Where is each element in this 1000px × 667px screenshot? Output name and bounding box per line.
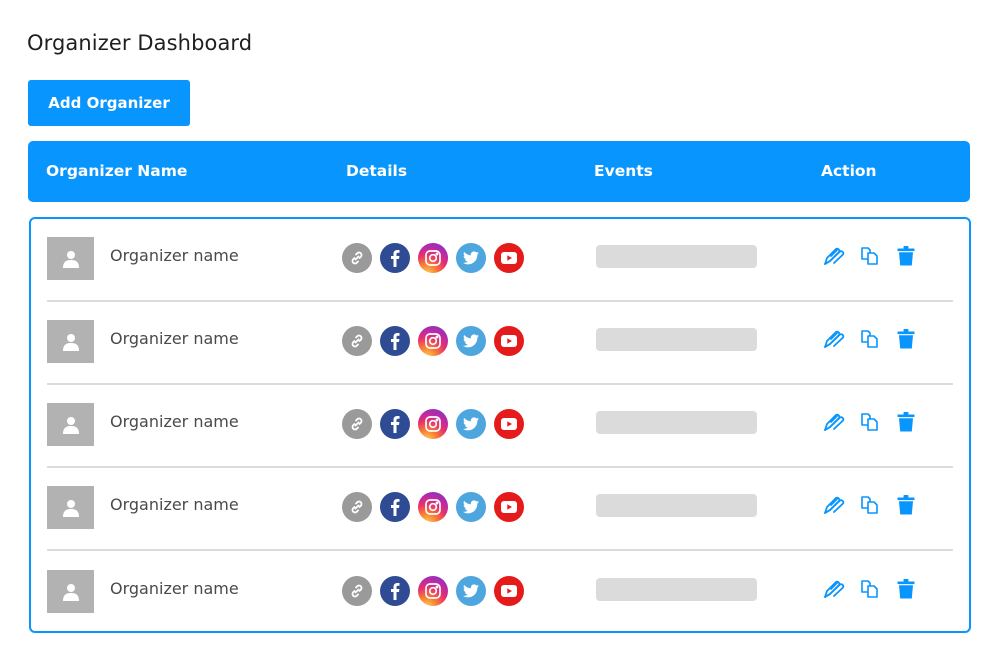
facebook-icon[interactable] [380,576,410,606]
events-placeholder [596,411,757,434]
avatar [47,570,94,613]
social-links [342,243,524,273]
twitter-icon[interactable] [456,243,486,273]
edit-pencil-icon[interactable] [823,328,845,350]
edit-pencil-icon[interactable] [823,411,845,433]
table-row: Organizer name [47,552,953,635]
avatar [47,237,94,280]
events-placeholder [596,494,757,517]
table-header: Organizer Name Details Events Action [28,141,970,202]
events-placeholder [596,245,757,268]
row-actions [823,411,917,433]
link-icon[interactable] [342,576,372,606]
row-actions [823,578,917,600]
organizer-table-body: Organizer name Organizer name Organizer … [29,217,971,633]
row-divider [47,549,953,551]
add-organizer-button[interactable]: Add Organizer [28,80,190,126]
copy-icon[interactable] [859,411,881,433]
edit-pencil-icon[interactable] [823,494,845,516]
column-header-details: Details [346,162,408,180]
organizer-name[interactable]: Organizer name [110,495,239,514]
twitter-icon[interactable] [456,492,486,522]
facebook-icon[interactable] [380,409,410,439]
table-row: Organizer name [47,302,953,385]
table-row: Organizer name [47,385,953,468]
row-actions [823,494,917,516]
column-header-action: Action [821,162,877,180]
instagram-icon[interactable] [418,409,448,439]
copy-icon[interactable] [859,578,881,600]
events-placeholder [596,328,757,351]
instagram-icon[interactable] [418,576,448,606]
twitter-icon[interactable] [456,576,486,606]
youtube-icon[interactable] [494,409,524,439]
twitter-icon[interactable] [456,326,486,356]
link-icon[interactable] [342,492,372,522]
row-actions [823,245,917,267]
copy-icon[interactable] [859,245,881,267]
trash-icon[interactable] [895,494,917,516]
edit-pencil-icon[interactable] [823,245,845,267]
link-icon[interactable] [342,326,372,356]
table-row: Organizer name [47,219,953,302]
events-placeholder [596,578,757,601]
copy-icon[interactable] [859,494,881,516]
user-placeholder-icon [62,583,79,601]
row-actions [823,328,917,350]
trash-icon[interactable] [895,328,917,350]
organizer-name[interactable]: Organizer name [110,412,239,431]
organizer-name[interactable]: Organizer name [110,329,239,348]
user-placeholder-icon [62,333,79,351]
instagram-icon[interactable] [418,243,448,273]
organizer-name[interactable]: Organizer name [110,246,239,265]
youtube-icon[interactable] [494,243,524,273]
youtube-icon[interactable] [494,492,524,522]
page-title: Organizer Dashboard [27,31,253,55]
user-placeholder-icon [62,499,79,517]
organizer-name[interactable]: Organizer name [110,579,239,598]
facebook-icon[interactable] [380,243,410,273]
column-header-events: Events [594,162,653,180]
copy-icon[interactable] [859,328,881,350]
avatar [47,320,94,363]
facebook-icon[interactable] [380,492,410,522]
trash-icon[interactable] [895,411,917,433]
trash-icon[interactable] [895,245,917,267]
avatar [47,486,94,529]
edit-pencil-icon[interactable] [823,578,845,600]
trash-icon[interactable] [895,578,917,600]
social-links [342,576,524,606]
social-links [342,326,524,356]
link-icon[interactable] [342,409,372,439]
user-placeholder-icon [62,250,79,268]
instagram-icon[interactable] [418,492,448,522]
instagram-icon[interactable] [418,326,448,356]
table-row: Organizer name [47,468,953,551]
facebook-icon[interactable] [380,326,410,356]
youtube-icon[interactable] [494,576,524,606]
social-links [342,492,524,522]
link-icon[interactable] [342,243,372,273]
user-placeholder-icon [62,416,79,434]
twitter-icon[interactable] [456,409,486,439]
social-links [342,409,524,439]
youtube-icon[interactable] [494,326,524,356]
column-header-organizer-name: Organizer Name [46,162,188,180]
avatar [47,403,94,446]
